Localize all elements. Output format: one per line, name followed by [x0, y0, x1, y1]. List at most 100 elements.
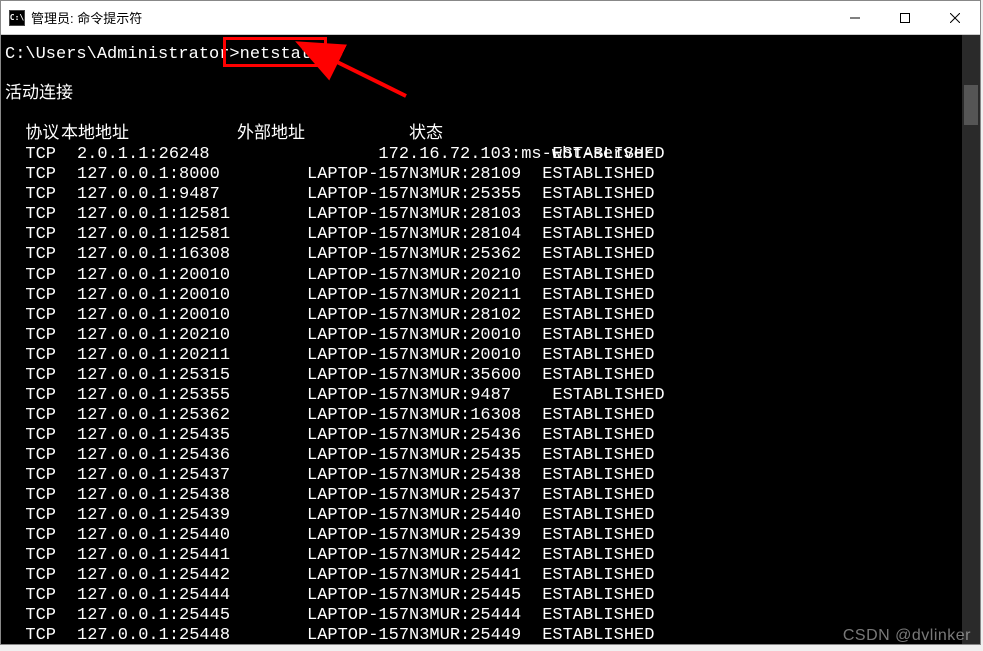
cell-local: 127.0.0.1:12581 — [77, 205, 307, 225]
cell-foreign: LAPTOP-157N3MUR:25355 — [307, 185, 532, 205]
cell-local: 127.0.0.1:25444 — [77, 586, 307, 606]
cell-state: ESTABLISHED — [532, 386, 665, 406]
cell-proto: TCP — [5, 386, 77, 406]
table-row: TCP127.0.0.1:20210LAPTOP-157N3MUR:20010 … — [5, 326, 962, 346]
cell-proto: TCP — [5, 326, 77, 346]
cell-state: ESTABLISHED — [532, 165, 654, 185]
cell-local: 2.0.1.1:26248 — [77, 145, 307, 165]
cell-proto: TCP — [5, 346, 77, 366]
table-row: TCP127.0.0.1:20211LAPTOP-157N3MUR:20010 … — [5, 346, 962, 366]
cell-local: 127.0.0.1:25315 — [77, 366, 307, 386]
cell-foreign: LAPTOP-157N3MUR:28103 — [307, 205, 532, 225]
terminal-area[interactable]: C:\Users\Administrator>netstat 活动连接 协议本地… — [1, 35, 980, 644]
cell-local: 127.0.0.1:25355 — [77, 386, 307, 406]
cell-foreign: LAPTOP-157N3MUR:28109 — [307, 165, 532, 185]
cmd-window: C:\ 管理员: 命令提示符 C:\Users\Administrator>ne… — [0, 0, 981, 645]
table-row: TCP127.0.0.1:25362LAPTOP-157N3MUR:16308 … — [5, 406, 962, 426]
prompt-line: C:\Users\Administrator>netstat — [5, 45, 962, 65]
table-row: TCP127.0.0.1:12581LAPTOP-157N3MUR:28104 … — [5, 225, 962, 245]
cell-state: ESTABLISHED — [532, 506, 654, 526]
close-button[interactable] — [930, 1, 980, 35]
cell-proto: TCP — [5, 286, 77, 306]
cell-proto: TCP — [5, 145, 77, 165]
cell-foreign: 172.16.72.103:ms-wbt-server — [307, 145, 532, 165]
cell-proto: TCP — [5, 165, 77, 185]
cell-local: 127.0.0.1:25362 — [77, 406, 307, 426]
cell-proto: TCP — [5, 466, 77, 486]
header-state: 状态 — [409, 125, 443, 145]
cell-local: 127.0.0.1:25441 — [77, 546, 307, 566]
cell-local: 127.0.0.1:25445 — [77, 606, 307, 626]
table-row: TCP127.0.0.1:25436LAPTOP-157N3MUR:25435 … — [5, 446, 962, 466]
cell-proto: TCP — [5, 185, 77, 205]
cell-local: 127.0.0.1:25435 — [77, 426, 307, 446]
table-row: TCP127.0.0.1:25315LAPTOP-157N3MUR:35600 … — [5, 366, 962, 386]
cell-foreign: LAPTOP-157N3MUR:25435 — [307, 446, 532, 466]
prompt-prefix: C:\Users\Administrator> — [5, 45, 240, 64]
header-proto: 协议 — [5, 125, 61, 145]
cell-state: ESTABLISHED — [532, 225, 654, 245]
cell-proto: TCP — [5, 225, 77, 245]
table-row: TCP127.0.0.1:25445LAPTOP-157N3MUR:25444 … — [5, 606, 962, 626]
cell-local: 127.0.0.1:25437 — [77, 466, 307, 486]
blank-line — [5, 105, 962, 125]
cell-state: ESTABLISHED — [532, 446, 654, 466]
cell-local: 127.0.0.1:25436 — [77, 446, 307, 466]
scrollbar-track[interactable] — [962, 35, 980, 644]
section-title: 活动连接 — [5, 85, 962, 105]
cell-local: 127.0.0.1:16308 — [77, 245, 307, 265]
cell-state: ESTABLISHED — [532, 286, 654, 306]
table-row: TCP127.0.0.1:25448LAPTOP-157N3MUR:25449 … — [5, 626, 962, 644]
cell-foreign: LAPTOP-157N3MUR:9487 — [307, 386, 532, 406]
cell-proto: TCP — [5, 626, 77, 644]
cell-proto: TCP — [5, 306, 77, 326]
cell-local: 127.0.0.1:12581 — [77, 225, 307, 245]
cell-foreign: LAPTOP-157N3MUR:25440 — [307, 506, 532, 526]
cell-foreign: LAPTOP-157N3MUR:25444 — [307, 606, 532, 626]
cell-proto: TCP — [5, 245, 77, 265]
cell-state: ESTABLISHED — [532, 546, 654, 566]
cell-foreign: LAPTOP-157N3MUR:25445 — [307, 586, 532, 606]
table-row: TCP127.0.0.1:25441LAPTOP-157N3MUR:25442 … — [5, 546, 962, 566]
table-row: TCP127.0.0.1:20010LAPTOP-157N3MUR:20211 … — [5, 286, 962, 306]
titlebar[interactable]: C:\ 管理员: 命令提示符 — [1, 1, 980, 35]
cell-state: ESTABLISHED — [532, 486, 654, 506]
window-title: 管理员: 命令提示符 — [31, 8, 830, 27]
terminal-output[interactable]: C:\Users\Administrator>netstat 活动连接 协议本地… — [1, 35, 962, 644]
watermark: CSDN @dvlinker — [843, 627, 971, 645]
table-row: TCP127.0.0.1:25437LAPTOP-157N3MUR:25438 … — [5, 466, 962, 486]
cell-local: 127.0.0.1:20210 — [77, 326, 307, 346]
cell-state: ESTABLISHED — [532, 626, 654, 644]
cell-proto: TCP — [5, 446, 77, 466]
cell-foreign: LAPTOP-157N3MUR:20010 — [307, 326, 532, 346]
cell-foreign: LAPTOP-157N3MUR:25442 — [307, 546, 532, 566]
table-row: TCP127.0.0.1:12581LAPTOP-157N3MUR:28103 … — [5, 205, 962, 225]
cell-local: 127.0.0.1:25440 — [77, 526, 307, 546]
cell-local: 127.0.0.1:20211 — [77, 346, 307, 366]
table-row: TCP127.0.0.1:20010LAPTOP-157N3MUR:20210 … — [5, 266, 962, 286]
table-row: TCP2.0.1.1:26248 172.16.72.103:ms-wbt-se… — [5, 145, 962, 165]
cell-state: ESTABLISHED — [532, 526, 654, 546]
cell-proto: TCP — [5, 366, 77, 386]
cell-state: ESTABLISHED — [532, 586, 654, 606]
scrollbar-thumb[interactable] — [964, 85, 978, 125]
cell-state: ESTABLISHED — [532, 406, 654, 426]
cell-state: ESTABLISHED — [532, 266, 654, 286]
cell-proto: TCP — [5, 566, 77, 586]
cmd-icon: C:\ — [9, 10, 25, 26]
cell-state: ESTABLISHED — [532, 145, 665, 165]
cell-foreign: LAPTOP-157N3MUR:20210 — [307, 266, 532, 286]
minimize-button[interactable] — [830, 1, 880, 35]
cell-foreign: LAPTOP-157N3MUR:25362 — [307, 245, 532, 265]
header-foreign: 外部地址 — [237, 125, 409, 145]
cell-foreign: LAPTOP-157N3MUR:20211 — [307, 286, 532, 306]
cell-proto: TCP — [5, 606, 77, 626]
cell-foreign: LAPTOP-157N3MUR:16308 — [307, 406, 532, 426]
cell-local: 127.0.0.1:25439 — [77, 506, 307, 526]
cell-local: 127.0.0.1:8000 — [77, 165, 307, 185]
table-row: TCP127.0.0.1:25438LAPTOP-157N3MUR:25437 … — [5, 486, 962, 506]
cell-state: ESTABLISHED — [532, 606, 654, 626]
maximize-button[interactable] — [880, 1, 930, 35]
cell-foreign: LAPTOP-157N3MUR:25437 — [307, 486, 532, 506]
header-local: 本地地址 — [61, 125, 237, 145]
